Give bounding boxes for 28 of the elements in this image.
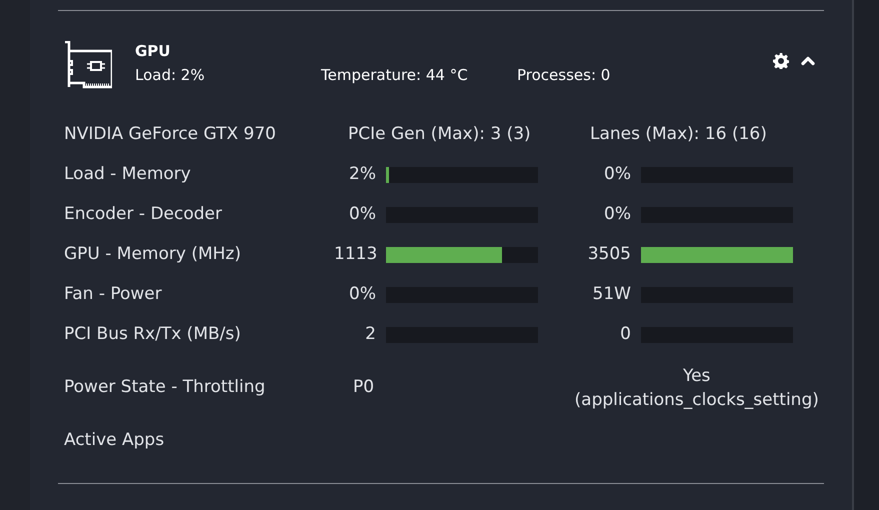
metric-value: 51W	[592, 283, 631, 306]
power-state: P0	[352, 376, 376, 400]
settings-icon[interactable]	[773, 53, 789, 69]
row-label: Load - Memory	[64, 163, 192, 186]
metric-value: 2%	[348, 163, 376, 186]
card-title: GPU	[135, 41, 172, 61]
throttling-reason: Yes (applications_clocks_setting)	[574, 365, 820, 412]
graphics-card-icon	[64, 41, 112, 89]
row-label: GPU - Memory (MHz)	[64, 243, 242, 266]
row-label: PCI Bus Rx/Tx (MB/s)	[64, 323, 242, 346]
metric-value: 3505	[586, 243, 631, 266]
row-label: Power State - Throttling	[64, 376, 266, 400]
row-label: Encoder - Decoder	[64, 203, 223, 226]
metric-value: 0%	[348, 203, 376, 226]
metric-value: 0	[619, 323, 631, 346]
summary-stat: Load: 2%	[135, 65, 206, 86]
row-label: Fan - Power	[64, 283, 163, 306]
row-label: NVIDIA GeForce GTX 970	[64, 123, 277, 146]
summary-stat: Processes: 0	[517, 65, 610, 86]
lanes-info: Lanes (Max): 16 (16)	[590, 123, 767, 146]
metric-value: 0%	[603, 163, 631, 186]
metric-value: 0%	[348, 283, 376, 306]
summary-stat: Temperature: 44 °C	[321, 65, 469, 86]
metric-value: 1113	[334, 243, 376, 266]
metric-value: 2	[364, 323, 376, 346]
metric-value: 0%	[603, 203, 631, 226]
pcie-info: PCIe Gen (Max): 3 (3)	[347, 123, 532, 146]
row-label: Active Apps	[64, 429, 166, 452]
